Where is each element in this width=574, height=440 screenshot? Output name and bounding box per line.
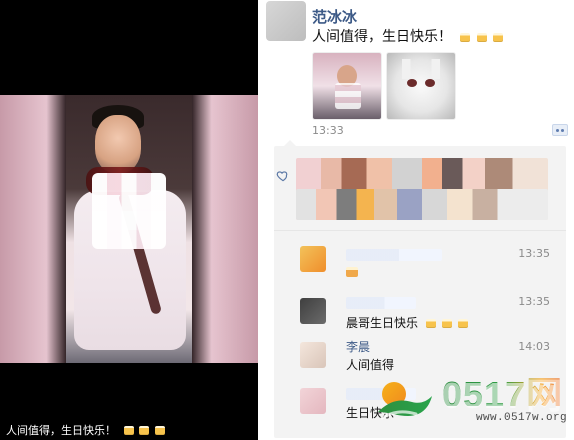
comment-name-blurred xyxy=(346,249,442,261)
cake-icon xyxy=(425,319,436,328)
cake-icon xyxy=(460,33,471,42)
cake-icon xyxy=(441,319,452,328)
more-options-icon[interactable] xyxy=(552,124,568,136)
viewer-caption: 人间值得，生日快乐！ xyxy=(6,422,165,438)
cake-icon xyxy=(476,33,487,42)
comment-emojis xyxy=(424,316,468,330)
comment-timestamp: 14:03 xyxy=(518,340,550,353)
watermark-logo-icon xyxy=(378,382,432,420)
comment-item[interactable]: 13:35 晨哥生日快乐 xyxy=(274,288,566,332)
cat-eye xyxy=(425,79,435,87)
post-image-thumbnail-1[interactable] xyxy=(312,52,382,120)
comment-author-name[interactable]: 李晨 xyxy=(346,338,370,355)
comment-text xyxy=(346,265,358,279)
watermark-brand: 0517网 xyxy=(442,366,574,415)
post-image-thumbnail-2[interactable] xyxy=(386,52,456,120)
thumbnail-pixelation xyxy=(335,83,361,109)
post-text-emojis xyxy=(458,29,504,45)
comment-item[interactable]: 13:35 xyxy=(274,240,566,284)
cake-icon xyxy=(493,33,504,42)
site-watermark: 0517网 www.0517w.org xyxy=(372,366,574,440)
post-text-content: 人间值得，生日快乐！ xyxy=(312,29,452,45)
comment-text-content: 晨哥生日快乐 xyxy=(346,316,419,330)
cat-ears xyxy=(397,59,445,79)
image-viewer[interactable]: 人间值得，生日快乐！ xyxy=(0,0,258,440)
cake-icon xyxy=(154,426,165,435)
cake-icon xyxy=(346,267,358,277)
watermark-url: www.0517w.org xyxy=(476,412,568,424)
viewer-caption-emojis xyxy=(122,424,165,437)
heart-icon xyxy=(276,171,288,182)
cake-icon xyxy=(457,319,468,328)
comment-avatar[interactable] xyxy=(300,246,326,272)
comment-avatar[interactable] xyxy=(300,388,326,414)
cake-icon xyxy=(139,426,149,435)
cat-eye xyxy=(407,79,417,87)
comment-text: 晨哥生日快乐 xyxy=(346,314,468,331)
comment-timestamp: 13:35 xyxy=(518,247,550,260)
avatar[interactable] xyxy=(266,1,306,41)
viewer-caption-text: 人间值得，生日快乐！ xyxy=(6,424,116,437)
comment-avatar[interactable] xyxy=(300,342,326,368)
comment-avatar[interactable] xyxy=(300,298,326,324)
comment-timestamp: 13:35 xyxy=(518,295,550,308)
post-text: 人间值得，生日快乐！ xyxy=(312,26,504,46)
likes-avatars-mosaic xyxy=(296,158,548,220)
cake-icon xyxy=(123,426,134,435)
fullscreen-photo[interactable] xyxy=(0,95,258,363)
pixelated-watermark xyxy=(92,173,166,249)
post-timestamp: 13:33 xyxy=(312,124,344,137)
divider xyxy=(274,230,566,231)
post-author-name[interactable]: 范冰冰 xyxy=(312,6,357,27)
comment-name-blurred xyxy=(346,297,416,309)
photo-face xyxy=(95,115,141,173)
